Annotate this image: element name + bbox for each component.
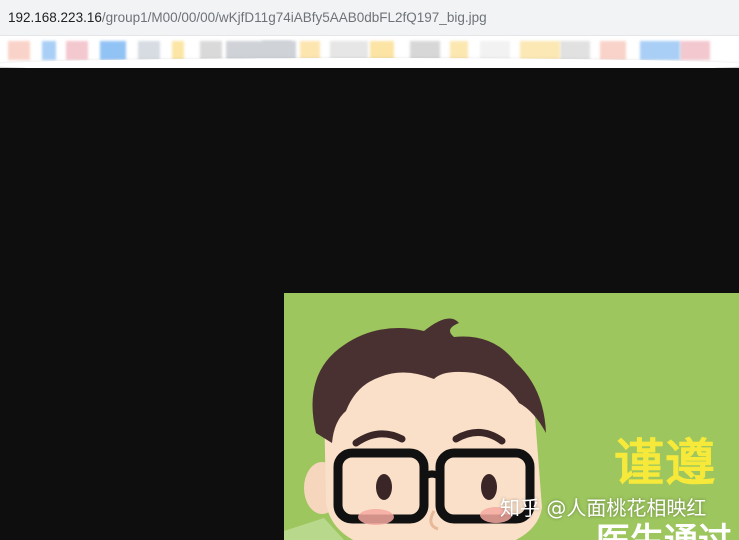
bookmark-item[interactable] — [66, 41, 88, 60]
url-path: /group1/M00/00/00/wKjfD11g74iABfy5AAB0db… — [101, 10, 487, 25]
bookmarks-bar-edge — [0, 58, 739, 68]
bookmark-item[interactable] — [226, 41, 296, 60]
bookmark-item[interactable] — [520, 41, 560, 60]
left-cheek — [358, 509, 394, 525]
url-host: 192.168.223.16 — [8, 10, 102, 25]
bookmark-item[interactable] — [42, 41, 56, 60]
image-subline: 医生通过 — [596, 521, 732, 540]
bookmarks-bar — [0, 36, 739, 68]
address-bar[interactable]: 192.168.223.16/group1/M00/00/00/wKjfD11g… — [0, 0, 739, 36]
bookmark-item[interactable] — [200, 41, 222, 60]
left-eye — [376, 474, 392, 500]
bookmark-item[interactable] — [138, 41, 160, 60]
bookmark-item[interactable] — [600, 41, 626, 60]
bookmark-item[interactable] — [100, 41, 126, 60]
bookmark-item[interactable] — [680, 41, 710, 60]
image-headline: 谨遵 — [614, 434, 716, 492]
bookmark-item[interactable] — [480, 41, 510, 60]
bookmark-item[interactable] — [8, 41, 30, 60]
bookmark-item[interactable] — [560, 41, 590, 60]
bookmark-item[interactable] — [172, 41, 184, 60]
bookmark-item[interactable] — [640, 41, 680, 60]
url-text[interactable]: 192.168.223.16/group1/M00/00/00/wKjfD11g… — [8, 9, 487, 27]
glasses-bridge — [421, 470, 443, 480]
right-eye — [481, 474, 497, 500]
bookmark-item[interactable] — [450, 41, 468, 60]
zhihu-watermark: 知乎 @人面桃花相映红 — [500, 496, 707, 520]
